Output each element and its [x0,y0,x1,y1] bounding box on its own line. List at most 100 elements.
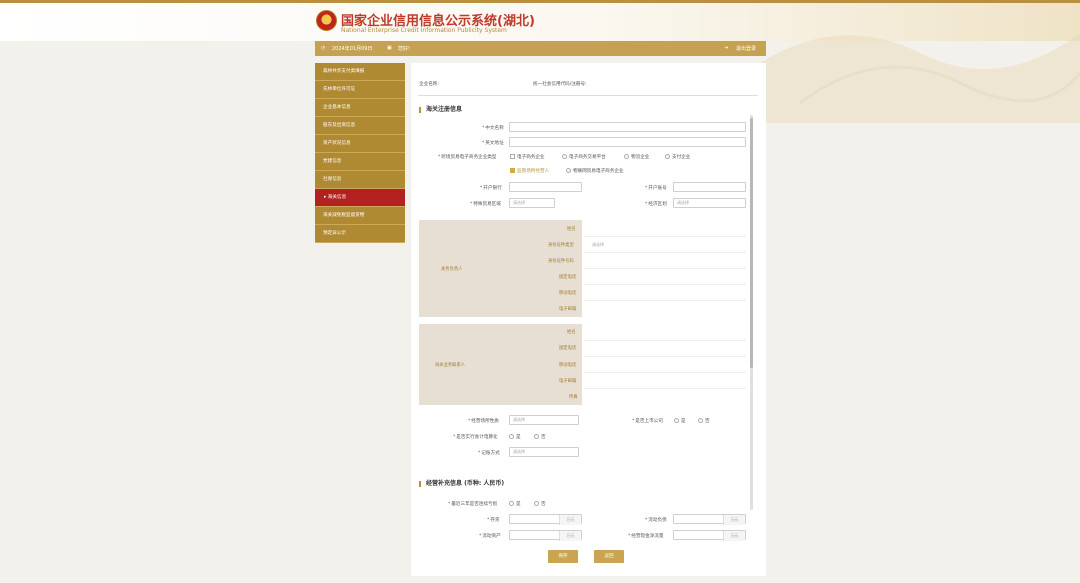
national-emblem-icon [316,10,337,31]
accounting-yes[interactable]: 是 [509,434,521,440]
current-liab-label: *流动负债 [645,518,667,523]
id-type-select[interactable]: 请选择 [592,242,604,248]
bookkeeping-select[interactable]: 请选择 [509,447,579,457]
clock-icon: ◷ [321,45,326,51]
section-title-supplement: 经营补充信息 (币种: 人民币) [419,481,504,487]
scrollbar-thumb[interactable] [750,118,753,368]
contact-field-label: 移动电话 [559,363,577,368]
sidebar-item[interactable]: 森林共享支付类填报 [315,63,405,81]
principal-group-label: 关务负责人 [441,267,463,272]
sidebar-item[interactable]: 预定异公示 [315,225,405,243]
radio[interactable] [534,434,539,439]
divider [583,300,746,301]
principal-field-label: 身份证件类型 [548,243,574,248]
current-assets-label: *流动资产 [479,534,501,539]
trade-area-select[interactable]: 请选择 [509,198,555,208]
economic-zone-select[interactable]: 请选择 [673,198,746,208]
listed-no[interactable]: 否 [698,418,710,424]
divider [583,356,746,357]
divider [583,268,746,269]
info-bar: ◷ 2024年01月09日 ▣ 您好! ⇥ 退出登录 [315,41,766,56]
sidebar-item[interactable]: 资产状况信息 [315,135,405,153]
premise-label: *经营场所性质 [468,419,499,424]
sidebar-item-customs[interactable]: ▸ 海关信息 [315,189,405,207]
listed-label: *是否上市公司 [632,419,663,424]
stock-input[interactable]: 万元 [509,514,582,525]
divider [583,236,746,237]
sidebar-item[interactable]: 党建信息 [315,153,405,171]
en-address-input[interactable] [509,137,746,147]
checkbox-checked[interactable] [510,168,515,173]
ecommerce-option[interactable]: 物联网贸易电子商务企业 [566,168,624,174]
unit-label: 万元 [559,515,581,525]
contact-field-label: 固定电话 [559,346,577,351]
logout-icon[interactable]: ⇥ [724,45,728,51]
ecommerce-option[interactable]: 物流企业 [624,154,649,160]
radio[interactable] [509,501,514,506]
contact-group-label: 海关业务联系人 [435,363,466,368]
divider [583,284,746,285]
save-button[interactable]: 保存 [548,550,578,563]
sidebar-item[interactable]: 先林单位许可证 [315,81,405,99]
accounting-no[interactable]: 否 [534,434,546,440]
logout-link[interactable]: 退出登录 [736,45,756,52]
sidebar-item-label: 海关信息 [327,195,347,200]
unit-label: 万元 [723,515,745,525]
radio[interactable] [665,154,670,159]
premise-select[interactable]: 请选择 [509,415,579,425]
checkbox[interactable] [510,154,515,159]
current-liab-input[interactable]: 万元 [673,514,746,525]
radio[interactable] [566,168,571,173]
principal-field-label: 移动电话 [559,291,577,296]
radio[interactable] [674,418,679,423]
credit-code-label: 统一社会信用代码/注册号: [533,82,587,87]
ecommerce-option[interactable]: 电子商务企业 [510,154,545,160]
radio[interactable] [562,154,567,159]
economic-zone-label: *经济区划 [645,202,667,207]
ecommerce-type-label: *跨境贸易电子商务企业类型 [438,155,497,160]
divider [583,340,746,341]
radio[interactable] [698,418,703,423]
background-pattern [760,33,1080,123]
loss-no[interactable]: 否 [534,501,546,507]
cashflow-input[interactable]: 万元 [673,530,746,541]
ecommerce-option-selected[interactable]: 监管场所经营人 [510,168,549,174]
divider [583,372,746,373]
en-address-label: *英文地址 [482,141,504,146]
loss-label: *最近三年是否连续亏损 [448,502,498,507]
sidebar-item[interactable]: 股东及出资信息 [315,117,405,135]
account-label: *开户账号 [645,186,667,191]
stock-label: *存货 [487,518,500,523]
current-assets-input[interactable]: 万元 [509,530,582,541]
bank-label: *开户银行 [480,186,502,191]
listed-yes[interactable]: 是 [674,418,686,424]
radio[interactable] [534,501,539,506]
bank-input[interactable] [509,182,582,192]
bookkeeping-label: *记账方式 [478,451,500,456]
radio[interactable] [509,434,514,439]
company-name-label: 企业名称: [419,82,439,87]
unit-label: 万元 [723,531,745,541]
current-date: 2024年01月09日 [332,46,373,52]
cashflow-label: *经营现金净流量 [628,534,664,539]
sidebar-item[interactable]: 企业基本信息 [315,99,405,117]
principal-field-label: 姓名 [567,227,576,232]
sidebar-nav: 森林共享支付类填报 先林单位许可证 企业基本信息 股东及出资信息 资产状况信息 … [315,63,405,243]
account-input[interactable] [673,182,746,192]
trade-area-label: *特殊贸易区域 [470,202,501,207]
back-button[interactable]: 返回 [594,550,624,563]
ecommerce-option[interactable]: 支付企业 [665,154,690,160]
sidebar-item[interactable]: 海关减免税监督货物 [315,207,405,225]
contact-field-label: 姓名 [567,330,576,335]
cn-name-label: *中文名称 [482,126,504,131]
principal-field-label: 身份证件号码 [548,259,574,264]
divider [418,95,758,96]
loss-yes[interactable]: 是 [509,501,521,507]
cn-name-input[interactable] [509,122,746,132]
notice-icon: ▣ [387,45,392,51]
radio[interactable] [624,154,629,159]
divider [583,388,746,389]
sidebar-item[interactable]: 社保信息 [315,171,405,189]
divider [583,252,746,253]
ecommerce-option[interactable]: 电子商务交易平台 [562,154,606,160]
